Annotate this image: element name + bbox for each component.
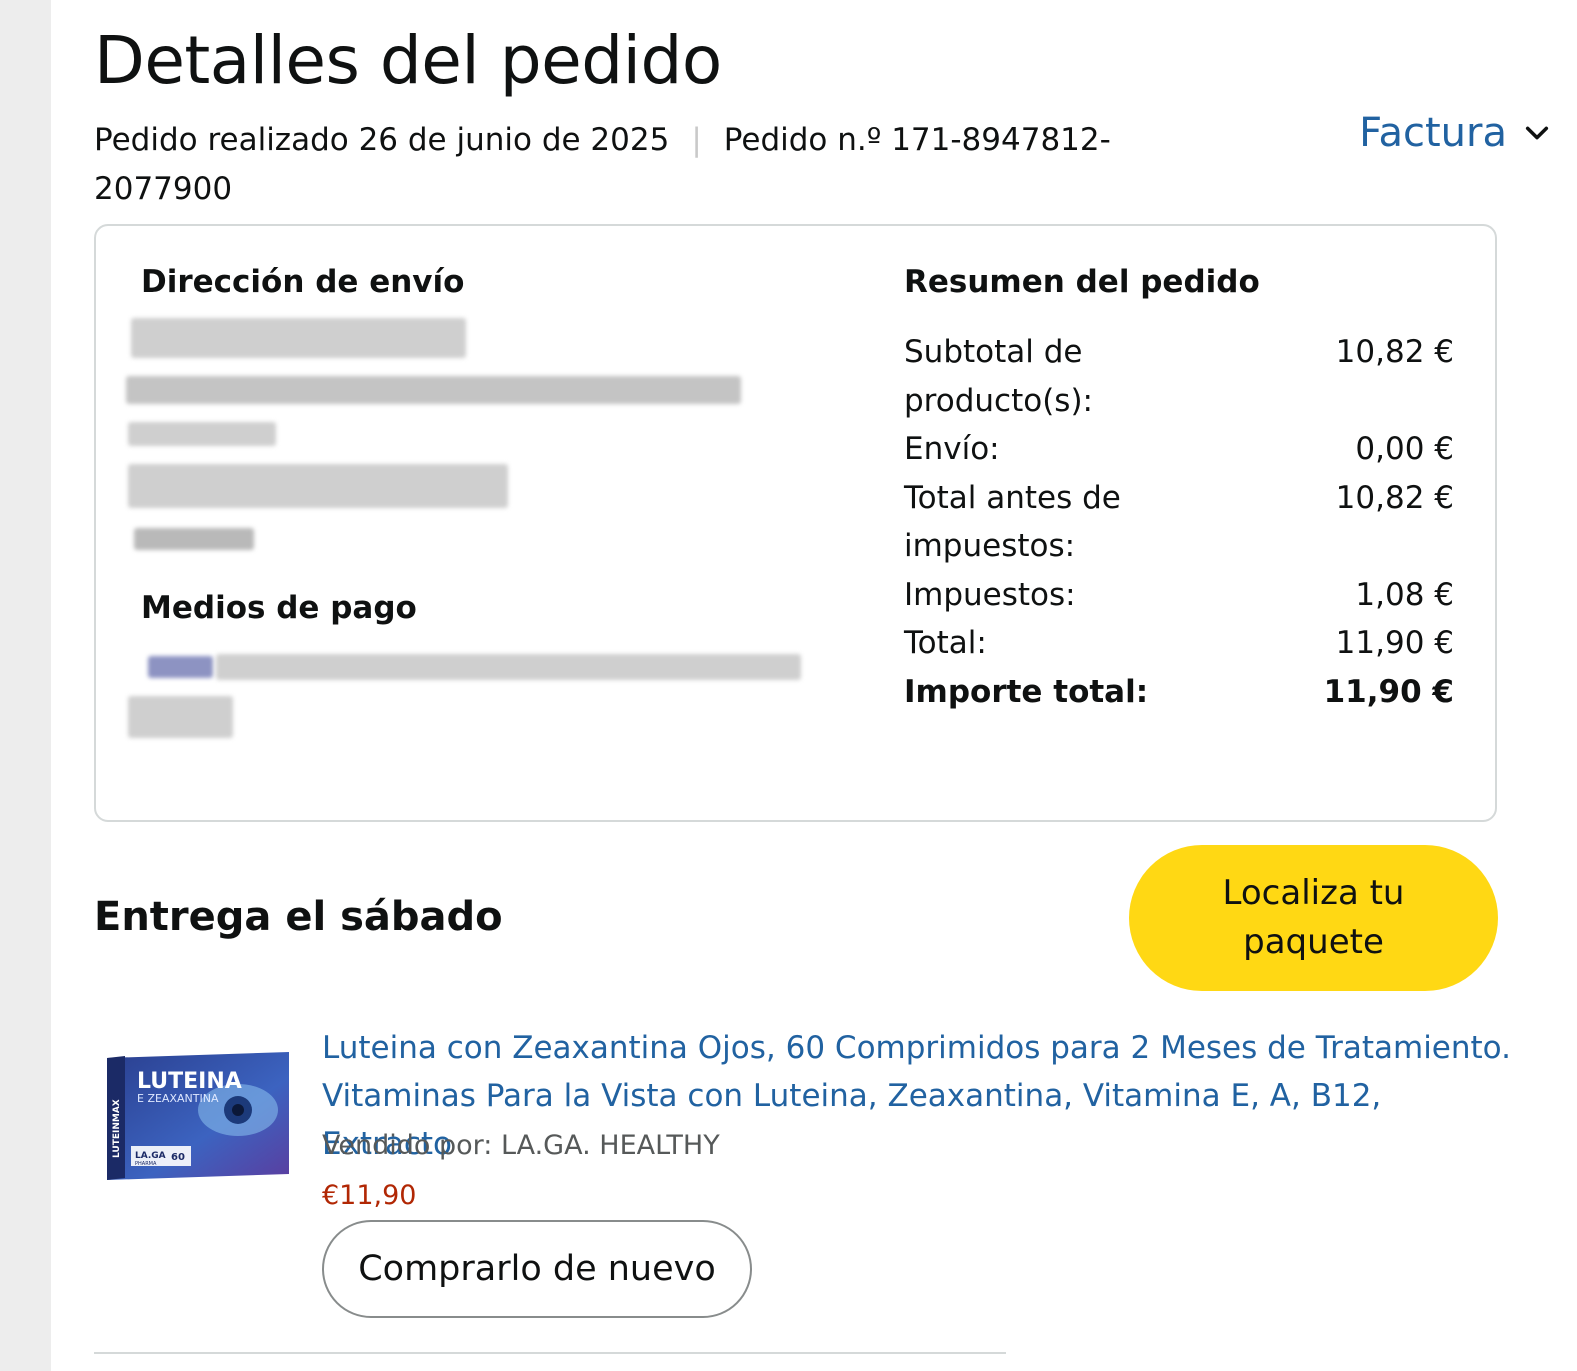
summary-value: 10,82 € (1335, 479, 1454, 516)
summary-value: 11,90 € (1335, 625, 1454, 661)
summary-value: 0,00 € (1355, 431, 1454, 467)
summary-value: 1,08 € (1355, 576, 1454, 613)
summary-label: Total: (904, 625, 987, 661)
summary-row-before-tax: Total antes de impuestos: 10,82 € (904, 474, 1454, 571)
order-summary-card: Dirección de envío Medios de pago Resume… (94, 224, 1497, 822)
product-image-count: 60 (171, 1152, 185, 1163)
track-package-button[interactable]: Localiza tu paquete (1129, 845, 1498, 991)
order-date: Pedido realizado 26 de junio de 2025 (94, 122, 670, 158)
grand-total-label: Importe total: (904, 673, 1149, 710)
product-image-side-label: LUTEINMAX (112, 1099, 122, 1158)
chevron-down-icon (1525, 126, 1549, 140)
buy-again-button[interactable]: Comprarlo de nuevo (322, 1220, 752, 1318)
order-details-page: Detalles del pedido Pedido realizado 26 … (51, 0, 1577, 1371)
product-price: €11,90 (322, 1180, 417, 1211)
order-meta: Pedido realizado 26 de junio de 2025 | Ped… (94, 116, 1174, 214)
summary-row-shipping: Envío: 0,00 € (904, 425, 1454, 474)
order-summary-table: Subtotal de producto(s): 10,82 € Envío: … (904, 328, 1454, 716)
delivery-status-heading: Entrega el sábado (94, 894, 503, 940)
product-image-brand: LUTEINA (137, 1069, 242, 1094)
summary-row-tax: Impuestos: 1,08 € (904, 571, 1454, 620)
product-image-subtitle: E ZEAXANTINA (137, 1092, 219, 1105)
summary-row-total: Total: 11,90 € (904, 619, 1454, 668)
payment-methods-heading: Medios de pago (141, 590, 417, 626)
order-summary-heading: Resumen del pedido (904, 264, 1260, 300)
shipping-address-heading: Dirección de envío (141, 264, 465, 300)
summary-label: Total antes de impuestos: (904, 479, 1121, 565)
summary-label: Envío: (904, 431, 1000, 467)
product-image[interactable]: LUTEINA E ZEAXANTINA LUTEINMAX LA.GA PHA… (103, 1048, 293, 1184)
product-image-maker-sub: PHARMA (135, 1161, 157, 1167)
summary-value: 10,82 € (1335, 334, 1454, 370)
page-title: Detalles del pedido (94, 22, 722, 99)
summary-row-subtotal: Subtotal de producto(s): 10,82 € (904, 328, 1454, 425)
grand-total-value: 11,90 € (1323, 673, 1454, 710)
divider (94, 1352, 1006, 1354)
summary-label: Impuestos: (904, 576, 1076, 613)
invoice-dropdown[interactable]: Factura (1359, 110, 1551, 156)
summary-label: Subtotal de producto(s): (904, 334, 1093, 419)
product-image-maker: LA.GA (135, 1151, 166, 1161)
invoice-label: Factura (1359, 110, 1507, 156)
meta-separator: | (691, 122, 702, 158)
summary-row-grand-total: Importe total: 11,90 € (904, 668, 1454, 717)
product-seller: Vendido por: LA.GA. HEALTHY (322, 1130, 720, 1161)
